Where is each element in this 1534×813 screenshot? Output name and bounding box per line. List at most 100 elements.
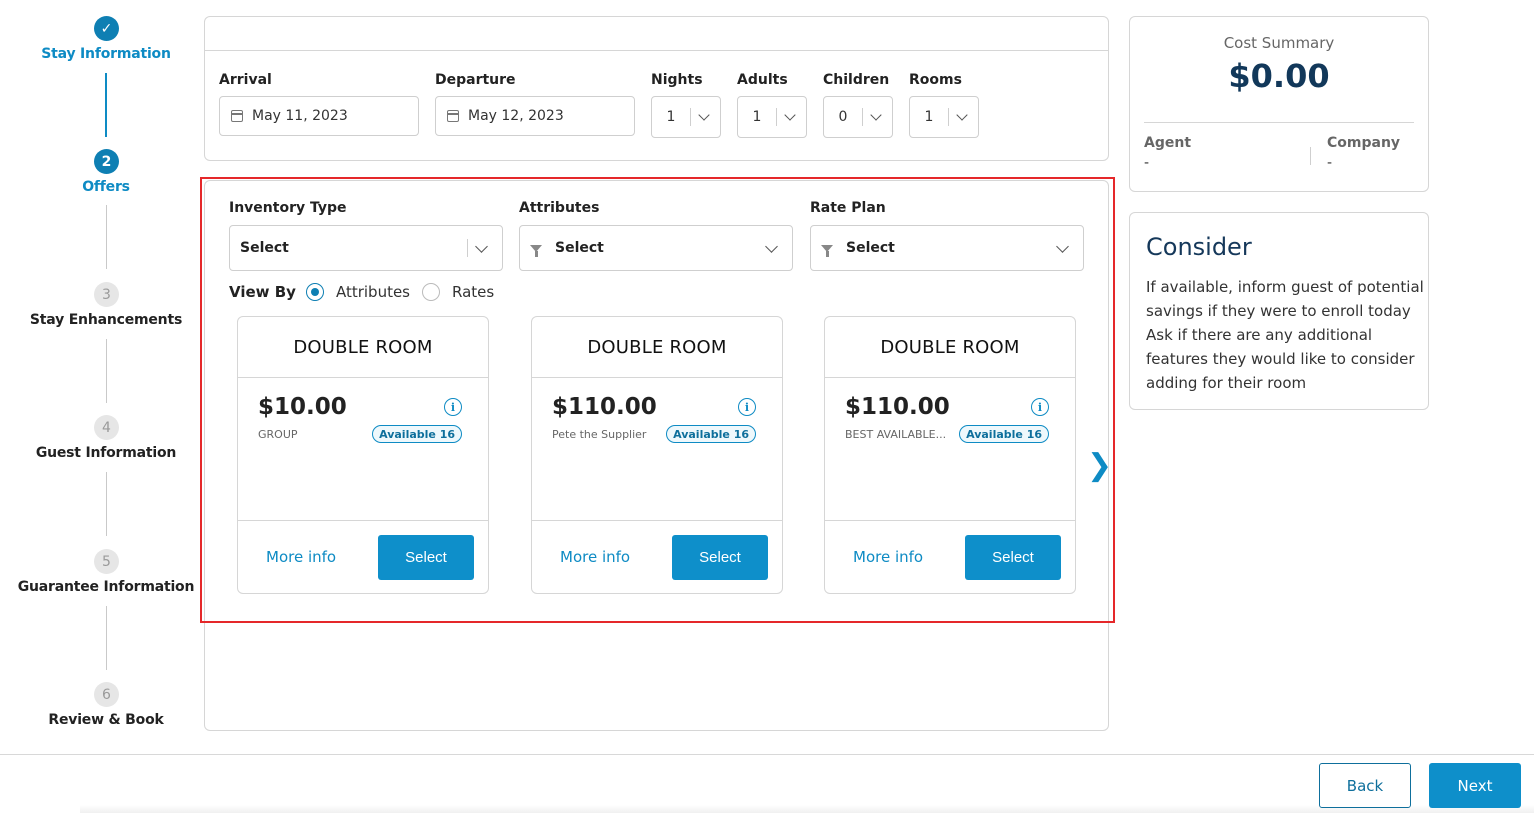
company-value: - <box>1327 155 1333 171</box>
departure-label: Departure <box>435 72 516 88</box>
select-separator <box>948 108 949 126</box>
select-separator <box>862 108 863 126</box>
rate-plan-name: GROUP <box>258 428 298 441</box>
back-button[interactable]: Back <box>1319 763 1411 808</box>
room-offer-card: DOUBLE ROOM $10.00 GROUP i Available 16 … <box>237 316 489 594</box>
step-number: 3 <box>94 282 119 307</box>
inventory-type-value: Select <box>240 240 289 256</box>
more-info-link[interactable]: More info <box>266 548 336 566</box>
next-button[interactable]: Next <box>1429 763 1521 808</box>
rate-plan-name: Pete the Supplier <box>552 428 647 441</box>
radio-attributes-label[interactable]: Attributes <box>336 283 410 301</box>
consider-card: Consider If available, inform guest of p… <box>1129 212 1429 410</box>
agent-label: Agent <box>1144 135 1192 151</box>
rate-plan-select[interactable]: Select <box>810 225 1084 271</box>
select-room-button[interactable]: Select <box>672 535 768 580</box>
room-price: $10.00 <box>258 394 347 420</box>
card-divider <box>825 520 1075 521</box>
arrival-date-input[interactable]: May 11, 2023 <box>219 96 419 136</box>
step-number: 5 <box>94 549 119 574</box>
select-room-button[interactable]: Select <box>965 535 1061 580</box>
footer-shadow <box>80 805 1534 813</box>
rate-plan-value: Select <box>846 240 895 256</box>
select-separator <box>776 108 777 126</box>
card-divider <box>205 50 1108 51</box>
calendar-icon <box>231 110 243 122</box>
adults-select[interactable]: 1 <box>737 96 807 138</box>
radio-attributes[interactable] <box>305 283 324 301</box>
room-title: DOUBLE ROOM <box>880 337 1020 358</box>
view-by-group: View By Attributes Rates <box>229 283 506 301</box>
inventory-type-label: Inventory Type <box>229 200 347 216</box>
rate-plan-label: Rate Plan <box>810 200 886 216</box>
cost-summary-card: Cost Summary $0.00 Agent - Company - <box>1129 16 1429 192</box>
agent-value: - <box>1144 155 1150 171</box>
info-icon[interactable]: i <box>444 398 462 416</box>
check-icon: ✓ <box>94 16 119 41</box>
stay-details-card: Arrival May 11, 2023 Departure May 12, 2… <box>204 16 1109 161</box>
company-label: Company <box>1327 135 1401 151</box>
stepper-connector <box>106 472 107 536</box>
room-price: $110.00 <box>552 394 657 420</box>
stepper-connector <box>106 205 107 269</box>
room-title: DOUBLE ROOM <box>293 337 433 358</box>
view-by-label: View By <box>229 283 296 301</box>
departure-date-input[interactable]: May 12, 2023 <box>435 96 635 136</box>
arrival-date-value: May 11, 2023 <box>252 108 348 124</box>
availability-badge: Available 16 <box>666 425 756 443</box>
cost-summary-total: $0.00 <box>1228 57 1330 95</box>
info-icon[interactable]: i <box>738 398 756 416</box>
progress-stepper: ✓ Stay Information 2 Offers 3 Stay Enhan… <box>0 0 212 740</box>
attributes-select[interactable]: Select <box>519 225 793 271</box>
rooms-label: Rooms <box>909 72 962 88</box>
step-label: Stay Enhancements <box>29 312 183 328</box>
info-icon[interactable]: i <box>1031 398 1049 416</box>
step-label: Stay Information <box>41 46 171 62</box>
radio-rates[interactable] <box>422 283 441 301</box>
card-divider <box>238 520 488 521</box>
radio-rates-label[interactable]: Rates <box>452 283 494 301</box>
step-label: Offers <box>82 179 130 195</box>
rooms-select[interactable]: 1 <box>909 96 979 138</box>
attributes-label: Attributes <box>519 200 600 216</box>
nights-label: Nights <box>651 72 703 88</box>
arrival-label: Arrival <box>219 72 272 88</box>
inventory-type-select[interactable]: Select <box>229 225 503 271</box>
footer-bar <box>0 754 1534 813</box>
cost-summary-title: Cost Summary <box>1223 34 1335 52</box>
select-room-button[interactable]: Select <box>378 535 474 580</box>
filter-icon <box>530 244 542 257</box>
step-label: Guarantee Information <box>17 579 195 595</box>
stepper-connector <box>105 73 107 137</box>
chevron-down-icon <box>1056 239 1069 253</box>
consider-text: If available, inform guest of potential … <box>1146 278 1424 392</box>
card-divider <box>238 377 488 378</box>
room-offer-card: DOUBLE ROOM $110.00 Pete the Supplier i … <box>531 316 783 594</box>
card-divider <box>532 377 782 378</box>
stepper-connector <box>106 339 107 403</box>
chevron-down-icon <box>870 109 882 121</box>
more-info-link[interactable]: More info <box>853 548 923 566</box>
more-info-link[interactable]: More info <box>560 548 630 566</box>
filter-icon <box>821 244 833 257</box>
children-label: Children <box>823 72 890 88</box>
departure-date-value: May 12, 2023 <box>468 108 564 124</box>
attributes-value: Select <box>555 240 604 256</box>
column-separator <box>1310 147 1311 165</box>
room-offer-card: DOUBLE ROOM $110.00 BEST AVAILABLE... i … <box>824 316 1076 594</box>
card-divider <box>1144 122 1414 123</box>
children-select[interactable]: 0 <box>823 96 893 138</box>
step-number: 2 <box>94 149 119 174</box>
nights-select[interactable]: 1 <box>651 96 721 138</box>
carousel-next-icon[interactable]: ❯ <box>1087 448 1112 483</box>
select-separator <box>467 239 468 257</box>
step-label: Review & Book <box>48 712 164 728</box>
chevron-down-icon <box>475 239 488 253</box>
nights-value: 1 <box>666 109 676 125</box>
chevron-down-icon <box>765 239 778 253</box>
room-price: $110.00 <box>845 394 950 420</box>
rooms-value: 1 <box>924 109 934 125</box>
select-separator <box>690 108 691 126</box>
consider-title: Consider <box>1146 233 1252 261</box>
card-divider <box>532 520 782 521</box>
